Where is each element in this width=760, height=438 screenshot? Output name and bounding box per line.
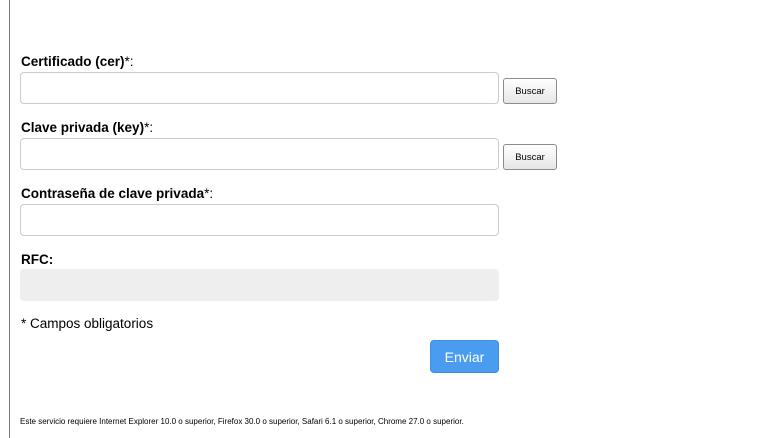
private-key-label: Clave privada (key)*: [21, 120, 153, 136]
rfc-field [20, 269, 499, 301]
certificate-browse-button[interactable]: Buscar [503, 78, 557, 104]
password-label-text: Contraseña de clave privada [21, 186, 205, 201]
password-label: Contraseña de clave privada*: [21, 186, 213, 202]
certificate-label-text: Certificado (cer) [21, 54, 125, 69]
left-divider [9, 0, 10, 438]
browser-requirements-note: Este servicio requiere Internet Explorer… [20, 417, 464, 426]
certificate-file-input[interactable] [20, 72, 499, 104]
certificate-required-mark: *: [124, 54, 134, 69]
private-key-file-input[interactable] [20, 138, 499, 170]
required-fields-note: * Campos obligatorios [21, 316, 154, 331]
password-input[interactable] [20, 204, 499, 236]
certificate-label: Certificado (cer)*: [21, 54, 134, 70]
password-required-mark: *: [204, 186, 214, 201]
rfc-label: RFC: [21, 252, 54, 267]
private-key-label-text: Clave privada (key) [21, 120, 145, 135]
private-key-browse-button[interactable]: Buscar [503, 144, 557, 170]
private-key-required-mark: *: [144, 120, 154, 135]
submit-button[interactable]: Enviar [430, 340, 499, 373]
